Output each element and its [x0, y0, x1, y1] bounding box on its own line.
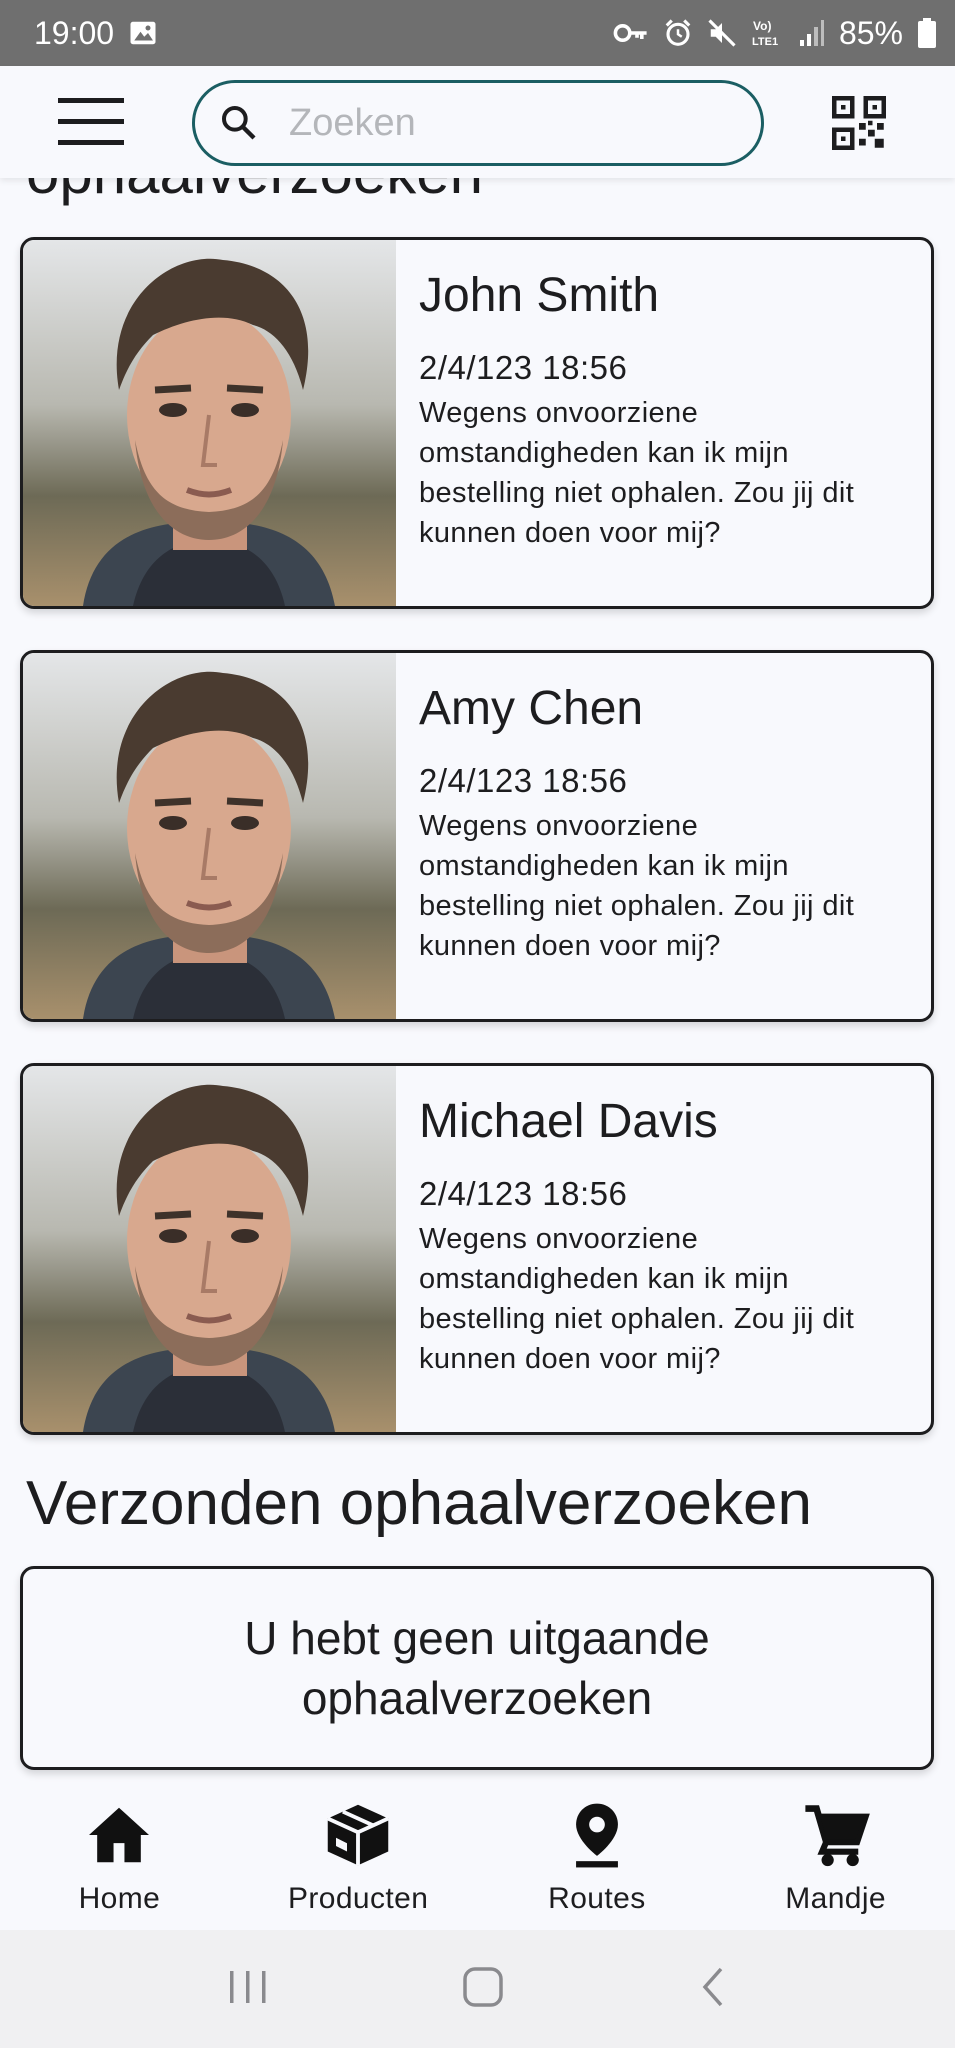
- avatar: [23, 653, 396, 1019]
- nav-item-home[interactable]: Home: [0, 1790, 239, 1930]
- requester-name: Amy Chen: [419, 682, 644, 735]
- alarm-icon: [663, 18, 693, 48]
- request-card[interactable]: Michael Davis 2/4/123 18:56 Wegens onvoo…: [20, 1063, 934, 1435]
- location-pin-icon: [562, 1800, 632, 1870]
- request-card[interactable]: John Smith 2/4/123 18:56 Wegens onvoorzi…: [20, 237, 934, 609]
- box-icon: [323, 1800, 393, 1870]
- request-message: Wegens onvoorziene omstandigheden kan ik…: [419, 397, 855, 549]
- signal-icon: [799, 18, 825, 48]
- nav-label-home: Home: [78, 1882, 161, 1915]
- nav-item-mandje[interactable]: Mandje: [716, 1790, 955, 1930]
- requester-name: John Smith: [419, 269, 660, 322]
- back-icon[interactable]: [697, 1965, 729, 2014]
- nav-item-producten[interactable]: Producten: [239, 1790, 478, 1930]
- search-input[interactable]: [289, 101, 709, 145]
- request-card-text: John Smith 2/4/123 18:56 Wegens onvoorzi…: [419, 268, 919, 553]
- cart-icon: [801, 1800, 871, 1870]
- request-card[interactable]: Amy Chen 2/4/123 18:56 Wegens onvoorzien…: [20, 650, 934, 1022]
- request-card-text: Amy Chen 2/4/123 18:56 Wegens onvoorzien…: [419, 681, 919, 966]
- recent-apps-icon[interactable]: [226, 1967, 270, 2012]
- search-icon: [222, 106, 256, 140]
- menu-button[interactable]: [58, 96, 130, 150]
- sent-requests-heading: Verzonden ophaalverzoeken: [26, 1469, 812, 1538]
- volte-icon: Vo) LTE1: [751, 17, 785, 49]
- battery-icon: [917, 17, 937, 49]
- nav-label-routes: Routes: [548, 1882, 646, 1915]
- avatar: [23, 1066, 396, 1432]
- status-right: Vo) LTE1 85%: [613, 15, 937, 52]
- qr-code-icon: [832, 96, 886, 150]
- request-date: 2/4/123 18:56: [419, 1175, 628, 1212]
- home-button-icon[interactable]: [461, 1965, 505, 2014]
- request-date: 2/4/123 18:56: [419, 762, 628, 799]
- system-navigation-bar: [0, 1930, 955, 2048]
- home-icon: [84, 1800, 154, 1870]
- nav-label-producten: Producten: [287, 1882, 429, 1915]
- svg-text:LTE1: LTE1: [752, 36, 778, 48]
- request-message: Wegens onvoorziene omstandigheden kan ik…: [419, 1223, 855, 1375]
- vpn-key-icon: [613, 18, 649, 48]
- requester-name: Michael Davis: [419, 1095, 718, 1148]
- incoming-requests-heading: ophaalverzoeken: [26, 178, 483, 207]
- request-date: 2/4/123 18:56: [419, 349, 628, 386]
- avatar: [23, 240, 396, 606]
- status-left: 19:00: [34, 15, 158, 52]
- empty-sent-requests-card: U hebt geen uitgaande ophaalverzoeken: [20, 1566, 934, 1770]
- svg-text:Vo): Vo): [753, 19, 771, 33]
- request-message: Wegens onvoorziene omstandigheden kan ik…: [419, 810, 855, 962]
- status-time: 19:00: [34, 14, 115, 51]
- search-bar[interactable]: [192, 80, 764, 166]
- top-app-bar: [0, 66, 955, 178]
- mute-icon: [707, 18, 737, 48]
- image-icon: [128, 18, 158, 48]
- nav-label-mandje: Mandje: [785, 1882, 887, 1915]
- request-card-text: Michael Davis 2/4/123 18:56 Wegens onvoo…: [419, 1094, 919, 1379]
- qr-scan-button[interactable]: [832, 96, 886, 150]
- nav-item-routes[interactable]: Routes: [478, 1790, 717, 1930]
- menu-icon: [58, 98, 124, 145]
- bottom-navigation: Home Producten Routes Mandje: [0, 1790, 955, 1930]
- battery-percentage: 85%: [838, 14, 903, 51]
- empty-sent-requests-message: U hebt geen uitgaande ophaalverzoeken: [244, 1612, 710, 1724]
- content-area[interactable]: ophaalverzoeken: [0, 178, 955, 1790]
- status-bar: 19:00 Vo) LTE1 85%: [0, 0, 955, 66]
